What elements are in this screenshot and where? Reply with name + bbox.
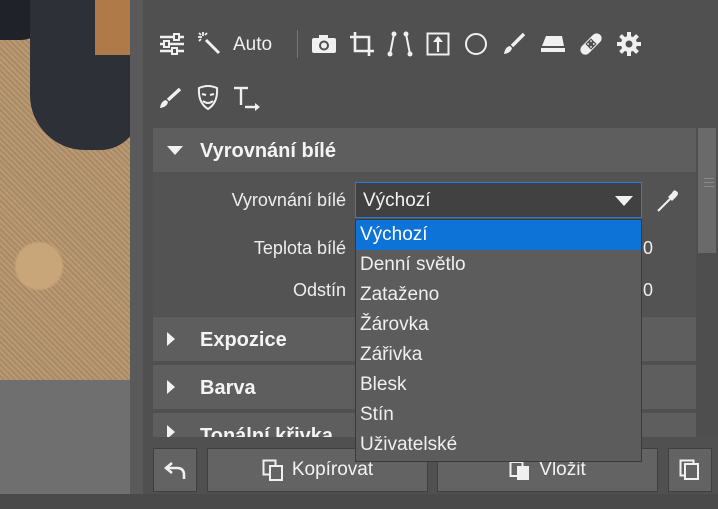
photo-detail xyxy=(95,0,130,55)
white-balance-mode-label: Vyrovnání bílé xyxy=(231,190,346,210)
paste-icon xyxy=(509,461,530,480)
dropdown-option-tungsten[interactable]: Žárovka xyxy=(356,310,641,340)
tint-label: Odstín xyxy=(292,280,346,300)
camera-icon[interactable] xyxy=(311,33,337,55)
duplicate-button[interactable] xyxy=(668,448,712,492)
section-white-balance-header[interactable]: Vyrovnání bílé xyxy=(153,128,696,172)
scrollbar-thumb[interactable] xyxy=(698,128,716,253)
text-icon[interactable] xyxy=(233,85,261,113)
dropdown-option-flash[interactable]: Blesk xyxy=(356,370,641,400)
perspective-icon[interactable] xyxy=(387,31,413,57)
circle-icon[interactable] xyxy=(464,32,488,56)
temperature-label: Teplota bílé xyxy=(253,238,346,258)
dropdown-option-fluorescent[interactable]: Zářivka xyxy=(356,340,641,370)
status-strip xyxy=(0,494,718,509)
tint-value[interactable]: 0 xyxy=(643,280,653,301)
section-title: Vyrovnání bílé xyxy=(200,140,336,162)
magic-wand-icon[interactable] xyxy=(196,30,222,56)
chevron-down-icon xyxy=(167,146,183,155)
undo-icon xyxy=(164,462,186,479)
dropdown-option-cloudy[interactable]: Zataženo xyxy=(356,280,641,310)
photo-preview xyxy=(0,0,130,380)
panel-divider[interactable] xyxy=(130,0,143,494)
toolbar-divider xyxy=(297,30,298,58)
white-balance-select-value: Výchozí xyxy=(363,190,431,211)
sliders-icon[interactable] xyxy=(158,32,186,56)
crop-icon[interactable] xyxy=(350,32,374,56)
copy-icon xyxy=(262,459,283,481)
dropdown-option-daylight[interactable]: Denní světlo xyxy=(356,250,641,280)
dropdown-option-custom[interactable]: Uživatelské xyxy=(356,430,641,460)
undo-button[interactable] xyxy=(153,448,197,492)
canvas-background xyxy=(0,380,130,509)
eraser-icon[interactable] xyxy=(540,34,566,54)
grip-line xyxy=(704,178,714,179)
paste-button-label: Vložit xyxy=(539,459,586,480)
dropdown-option-shade[interactable]: Stín xyxy=(356,400,641,430)
copy-stack-icon xyxy=(679,459,699,480)
bandage-icon[interactable] xyxy=(577,30,605,58)
export-icon[interactable] xyxy=(426,32,450,56)
chevron-down-icon xyxy=(615,196,633,206)
white-balance-select[interactable]: Výchozí xyxy=(355,182,642,218)
grip-line xyxy=(704,182,714,183)
eyedropper-icon[interactable] xyxy=(655,188,681,219)
chevron-right-icon xyxy=(167,332,175,346)
brush-icon[interactable] xyxy=(502,32,526,56)
gear-icon[interactable] xyxy=(616,31,642,57)
temperature-value[interactable]: 0 xyxy=(643,238,653,259)
chevron-right-icon xyxy=(167,380,175,394)
auto-button[interactable]: Auto xyxy=(233,34,272,56)
gradient-brush-icon[interactable] xyxy=(158,86,184,110)
panel-scrollbar[interactable] xyxy=(696,128,718,437)
section-title: Expozice xyxy=(200,329,287,351)
mask-face-icon[interactable] xyxy=(196,85,220,111)
dropdown-option-default[interactable]: Výchozí xyxy=(356,220,641,250)
section-title: Tonální křivka xyxy=(200,425,334,437)
white-balance-dropdown-list[interactable]: Výchozí Denní světlo Zataženo Žárovka Zá… xyxy=(355,219,642,462)
grip-line xyxy=(704,186,714,187)
chevron-right-icon xyxy=(167,425,175,437)
copy-button-label: Kopírovat xyxy=(291,459,374,480)
section-title: Barva xyxy=(200,377,256,399)
